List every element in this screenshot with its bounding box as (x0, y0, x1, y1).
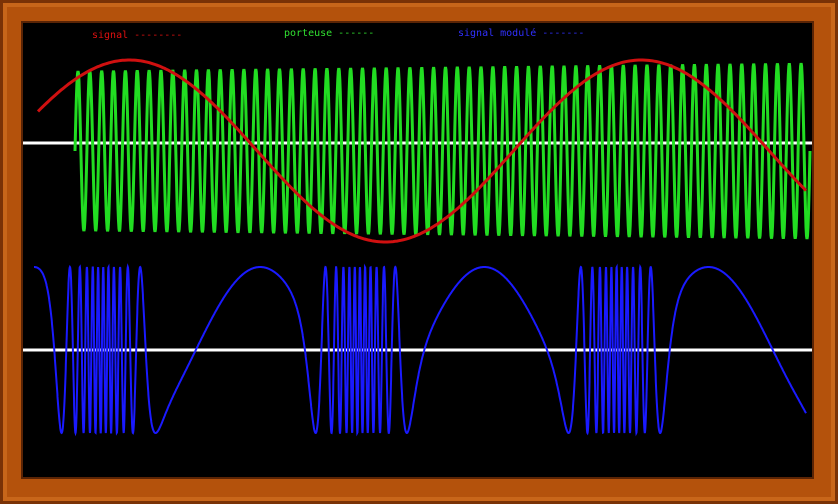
series-porteuse (73, 62, 812, 240)
legend-porteuse: porteuse ------ (284, 28, 374, 39)
chart-svg: signal -------- porteuse ------ signal m… (23, 27, 812, 437)
legend-signal-module: signal modulé ------- (458, 27, 584, 39)
legend-signal: signal -------- (92, 30, 182, 41)
